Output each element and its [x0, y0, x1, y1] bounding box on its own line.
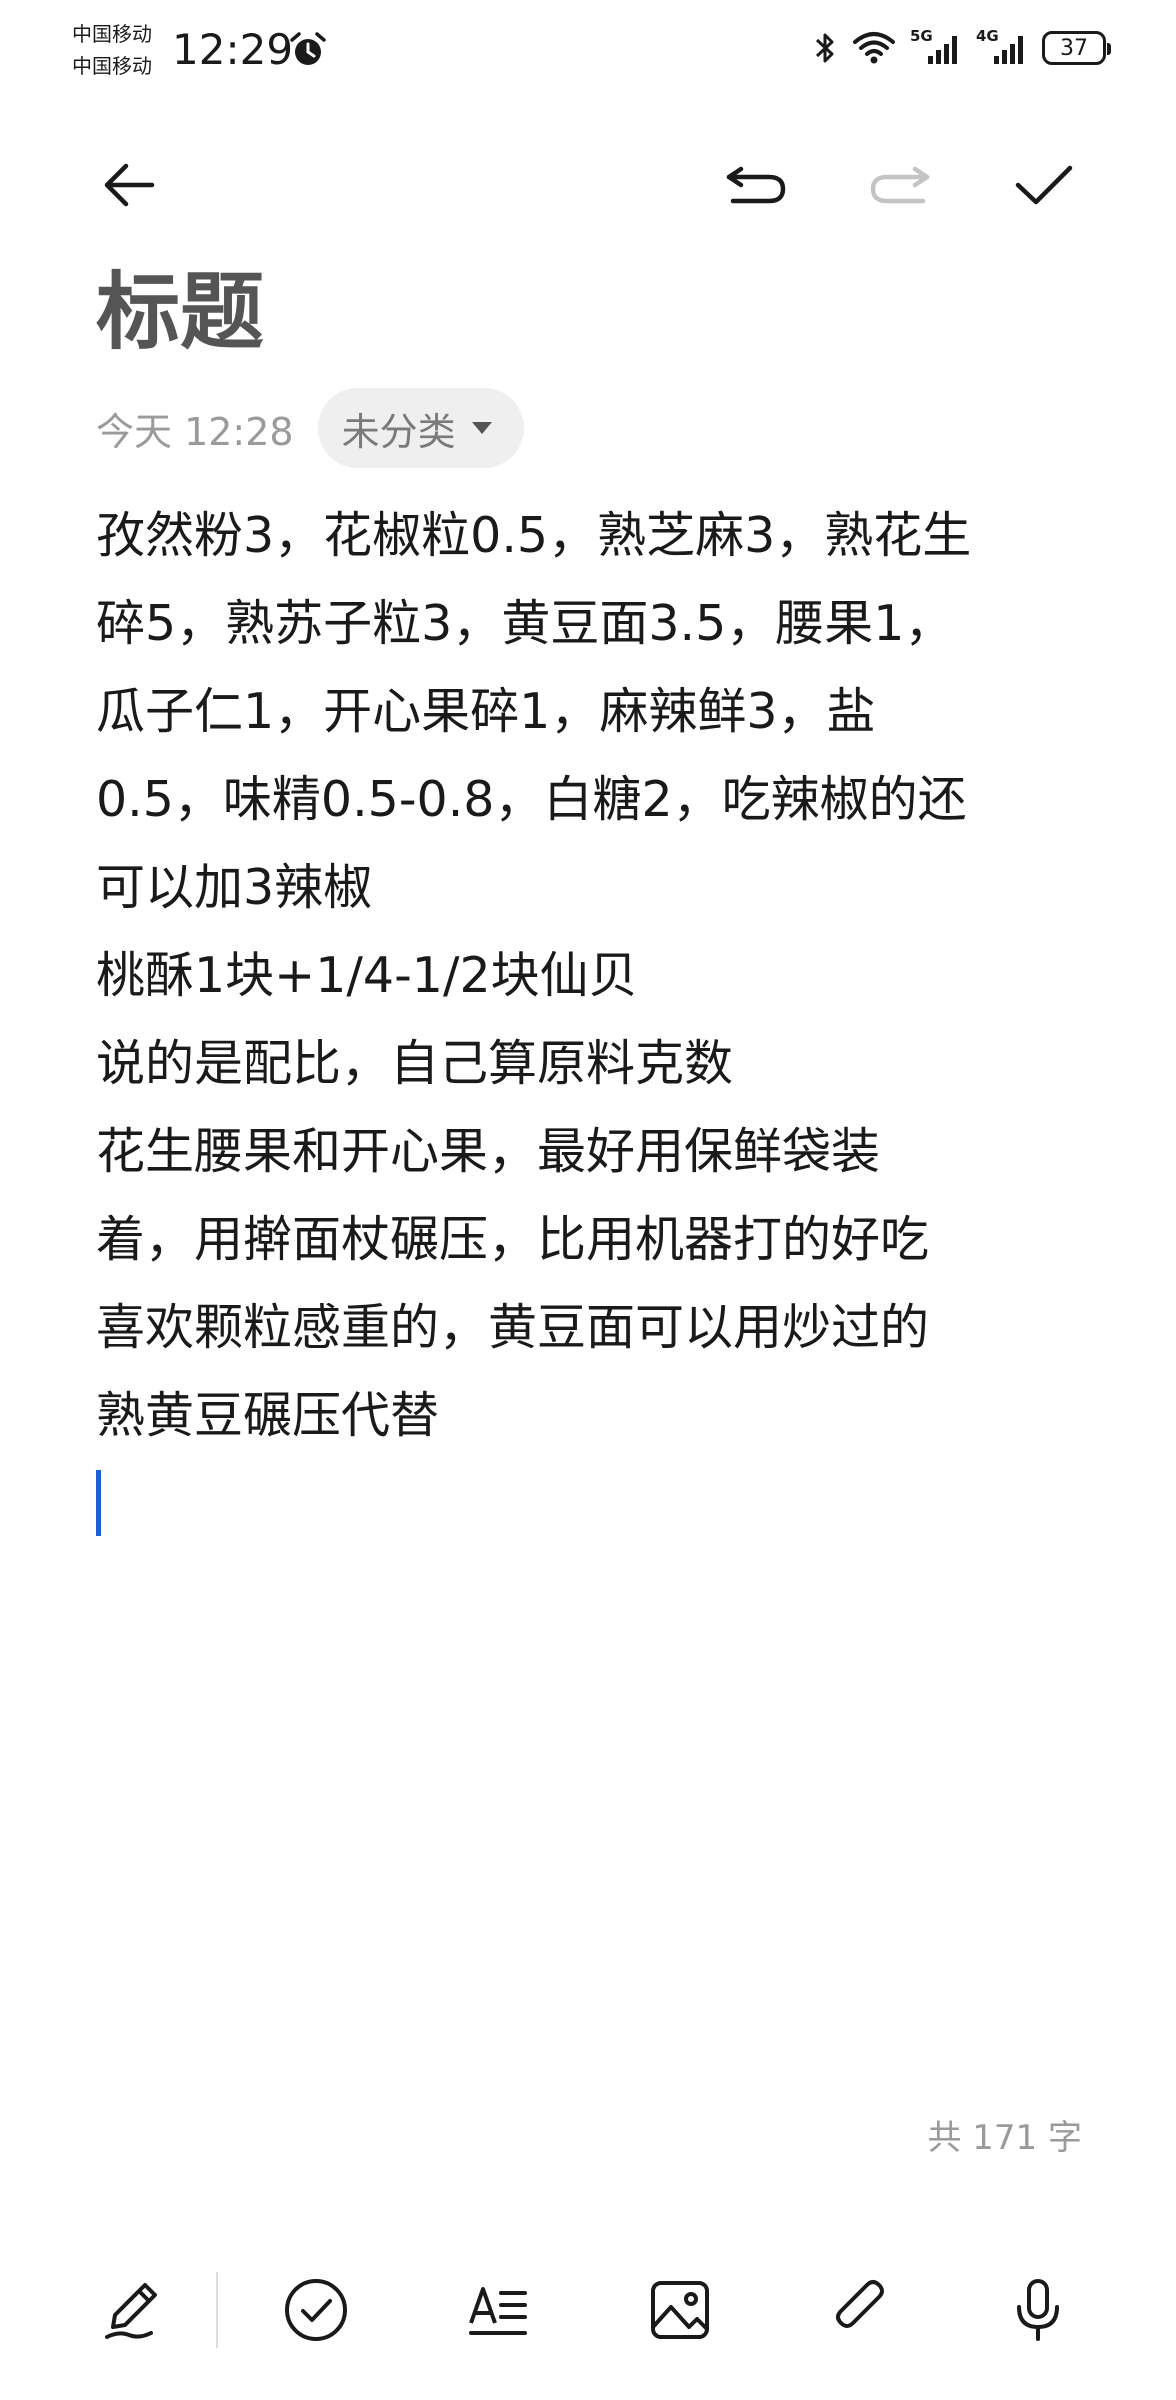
undo-button[interactable]: [716, 145, 796, 225]
back-arrow-icon: [104, 163, 155, 207]
done-checkmark-icon: [1015, 165, 1073, 205]
note-meta: 今天 12:28 未分类: [96, 388, 524, 468]
note-line: 喜欢颗粒感重的，黄豆面可以用炒过的: [96, 1299, 930, 1356]
toolbar-divider: [216, 2272, 218, 2348]
redo-button[interactable]: [860, 145, 940, 225]
word-count: 共 171 字: [927, 2118, 1082, 2158]
note-line: 熟黄豆碾压代替: [96, 1387, 440, 1444]
battery-level: 37: [1060, 35, 1088, 61]
attachment-button[interactable]: [820, 2268, 904, 2352]
microphone-icon: [1017, 2279, 1059, 2341]
voice-input-button[interactable]: [996, 2268, 1080, 2352]
editor-toolbar: [0, 140, 1176, 230]
signal-5g-icon: 5G: [910, 28, 962, 68]
signal-4g-icon: 4G: [976, 28, 1028, 68]
note-line: 可以加3辣椒: [96, 859, 373, 916]
carrier-1: 中国移动: [72, 22, 152, 46]
checklist-icon: [285, 2279, 347, 2341]
text-format-icon: [469, 2287, 527, 2335]
note-title[interactable]: 标题: [96, 262, 264, 362]
note-line: 花生腰果和开心果，最好用保鲜袋装: [96, 1123, 881, 1180]
note-line: 碎5，熟苏子粒3，黄豆面3.5，腰果1，: [96, 595, 954, 652]
handwriting-button[interactable]: [92, 2268, 176, 2352]
alarm-icon: [290, 32, 326, 65]
pen-handwriting-icon: [105, 2283, 157, 2339]
chevron-down-icon: [471, 422, 492, 434]
insert-image-button[interactable]: [638, 2268, 722, 2352]
status-indicators: 5G 4G 37: [812, 28, 1111, 68]
wifi-icon: [853, 32, 895, 64]
bluetooth-icon: [815, 33, 834, 63]
attachment-icon: [836, 2280, 884, 2328]
text-cursor: [96, 1470, 101, 1536]
carrier-labels: 中国移动 中国移动: [72, 18, 152, 82]
status-time: 12:29: [172, 25, 294, 74]
note-line: 瓜子仁1，开心果碎1，麻辣鲜3，盐: [96, 683, 876, 740]
text-format-button[interactable]: [456, 2268, 540, 2352]
note-line: 孜然粉3，花椒粒0.5，熟芝麻3，熟花生: [96, 507, 972, 564]
status-bar: 中国移动 中国移动 12:29 5G 4G 37: [0, 0, 1176, 100]
redo-icon: [870, 166, 930, 204]
note-line: 着，用擀面杖碾压，比用机器打的好吃: [96, 1211, 930, 1268]
category-dropdown[interactable]: 未分类: [317, 388, 524, 468]
category-label: 未分类: [341, 409, 456, 454]
back-button[interactable]: [90, 145, 170, 225]
note-line: 桃酥1块+1/4-1/2块仙贝: [96, 947, 638, 1004]
note-date: 今天 12:28: [96, 409, 294, 454]
battery-icon: 37: [1042, 31, 1111, 65]
image-icon: [651, 2281, 709, 2339]
note-line: 0.5，味精0.5-0.8，白糖2，吃辣椒的还: [96, 771, 967, 828]
note-body-editor[interactable]: 孜然粉3，花椒粒0.5，熟芝麻3，熟花生 碎5，熟苏子粒3，黄豆面3.5，腰果1…: [96, 492, 1076, 1460]
undo-icon: [726, 166, 786, 204]
note-line: 说的是配比，自己算原料克数: [96, 1035, 734, 1092]
carrier-2: 中国移动: [72, 54, 152, 78]
bottom-toolbar: [0, 2250, 1176, 2370]
done-button[interactable]: [1004, 145, 1084, 225]
checklist-button[interactable]: [274, 2268, 358, 2352]
